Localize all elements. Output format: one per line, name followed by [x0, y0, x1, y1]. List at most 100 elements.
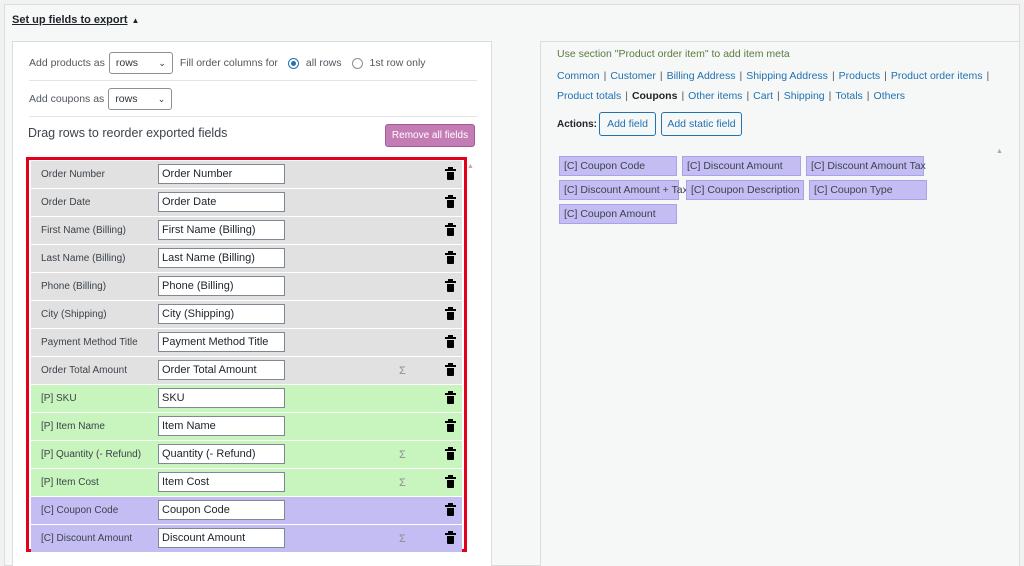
field-category-tabs-row1: Common | Customer | Billing Address | Shipping… — [557, 70, 993, 82]
sum-icon[interactable]: Σ — [399, 365, 406, 377]
tab-product-order-items[interactable]: Product order items — [891, 70, 983, 82]
field-row[interactable]: [P] Item Cost Item Cost Σ — [31, 469, 462, 496]
tab-others[interactable]: Others — [874, 90, 906, 102]
available-field-chip[interactable]: [C] Discount Amount — [682, 156, 801, 176]
trash-icon[interactable] — [445, 279, 456, 292]
trash-lid — [445, 223, 456, 227]
trash-icon[interactable] — [445, 503, 456, 516]
field-row[interactable]: [P] Item Name Item Name — [31, 413, 462, 440]
scroll-up-icon[interactable]: ▲ — [996, 148, 1003, 155]
field-column-name-input[interactable]: Discount Amount — [158, 528, 285, 548]
field-row[interactable]: City (Shipping) City (Shipping) — [31, 301, 462, 328]
fill-all-rows-radio[interactable] — [287, 57, 299, 69]
tab-totals[interactable]: Totals — [835, 90, 862, 102]
trash-icon[interactable] — [445, 419, 456, 432]
available-field-chip[interactable]: [C] Coupon Type — [809, 180, 927, 200]
setup-fields-toggle-label: Set up fields to export — [12, 14, 128, 26]
field-column-name-input[interactable]: City (Shipping) — [158, 304, 285, 324]
tab-shipping[interactable]: Shipping — [784, 90, 825, 102]
tab-coupons[interactable]: Coupons — [632, 90, 678, 102]
field-row-label: City (Shipping) — [41, 309, 107, 320]
available-field-chip[interactable]: [C] Discount Amount + Tax — [559, 180, 688, 200]
trash-can — [447, 368, 454, 376]
sum-icon[interactable]: Σ — [399, 477, 406, 489]
trash-icon[interactable] — [445, 195, 456, 208]
field-column-name-input[interactable]: First Name (Billing) — [158, 220, 285, 240]
field-column-name-input[interactable]: Order Number — [158, 164, 285, 184]
trash-lid — [445, 335, 456, 339]
tab-separator: | — [739, 70, 743, 82]
export-fields-list: Order Number Order Number Order Date Order … — [26, 157, 467, 552]
trash-icon[interactable] — [445, 363, 456, 376]
trash-lid — [445, 195, 456, 199]
field-column-name-input[interactable]: Last Name (Billing) — [158, 248, 285, 268]
available-field-chip[interactable]: [C] Coupon Description — [686, 180, 804, 200]
field-row[interactable]: Phone (Billing) Phone (Billing) — [31, 273, 462, 300]
tab-other-items[interactable]: Other items — [688, 90, 742, 102]
tab-products[interactable]: Products — [839, 70, 880, 82]
add-field-button[interactable]: Add field — [599, 112, 656, 136]
trash-lid — [445, 363, 456, 367]
add-static-field-button[interactable]: Add static field — [661, 112, 742, 136]
field-column-name-input[interactable]: Coupon Code — [158, 500, 285, 520]
setup-fields-toggle[interactable]: Set up fields to export ▲ — [12, 14, 139, 26]
trash-can — [447, 340, 454, 348]
field-row[interactable]: [C] Discount Amount Discount Amount Σ — [31, 525, 462, 552]
add-coupons-select[interactable]: rows ⌄ — [108, 88, 173, 110]
field-row[interactable]: Last Name (Billing) Last Name (Billing) — [31, 245, 462, 272]
field-row[interactable]: Order Date Order Date — [31, 189, 462, 216]
tab-shipping-address[interactable]: Shipping Address — [746, 70, 828, 82]
trash-icon[interactable] — [445, 447, 456, 460]
fill-all-rows-label[interactable]: all rows — [306, 57, 342, 69]
field-column-name-input[interactable]: Order Date — [158, 192, 285, 212]
field-column-name-input[interactable]: Item Name — [158, 416, 285, 436]
add-coupons-select-value: rows — [115, 93, 138, 105]
available-field-chip[interactable]: [C] Coupon Amount — [559, 204, 677, 224]
field-column-name-input[interactable]: Phone (Billing) — [158, 276, 285, 296]
field-row[interactable]: Order Total Amount Order Total Amount Σ — [31, 357, 462, 384]
trash-icon[interactable] — [445, 167, 456, 180]
field-row[interactable]: [P] SKU SKU — [31, 385, 462, 412]
tab-cart[interactable]: Cart — [753, 90, 773, 102]
field-row-label: [P] SKU — [41, 393, 77, 404]
trash-can — [447, 508, 454, 516]
field-column-name-input[interactable]: Item Cost — [158, 472, 285, 492]
field-column-name-input[interactable]: Quantity (- Refund) — [158, 444, 285, 464]
field-column-name-input[interactable]: SKU — [158, 388, 285, 408]
tab-billing-address[interactable]: Billing Address — [667, 70, 736, 82]
trash-icon[interactable] — [445, 335, 456, 348]
scroll-up-icon[interactable]: ▲ — [467, 163, 474, 170]
field-row[interactable]: [C] Coupon Code Coupon Code — [31, 497, 462, 524]
trash-icon[interactable] — [445, 531, 456, 544]
fill-first-row-label[interactable]: 1st row only — [370, 57, 426, 69]
sum-icon[interactable]: Σ — [399, 533, 406, 545]
field-row[interactable]: Order Number Order Number — [31, 161, 462, 188]
trash-lid — [445, 475, 456, 479]
tab-product-totals[interactable]: Product totals — [557, 90, 621, 102]
available-field-chip[interactable]: [C] Coupon Code — [559, 156, 677, 176]
field-row-label: Order Total Amount — [41, 365, 127, 376]
trash-icon[interactable] — [445, 251, 456, 264]
field-row[interactable]: [P] Quantity (- Refund) Quantity (- Refun… — [31, 441, 462, 468]
tab-customer[interactable]: Customer — [610, 70, 656, 82]
field-row-label: [P] Quantity (- Refund) — [41, 449, 142, 460]
fill-first-row-radio[interactable] — [351, 57, 363, 69]
field-column-name-input[interactable]: Order Total Amount — [158, 360, 285, 380]
sum-icon[interactable]: Σ — [399, 449, 406, 461]
trash-can — [447, 228, 454, 236]
available-field-chip[interactable]: [C] Discount Amount Tax — [806, 156, 926, 176]
trash-icon[interactable] — [445, 223, 456, 236]
trash-icon[interactable] — [445, 391, 456, 404]
remove-all-fields-button[interactable]: Remove all fields — [385, 124, 475, 147]
tab-separator: | — [831, 70, 835, 82]
add-products-select[interactable]: rows ⌄ — [108, 52, 173, 74]
trash-icon[interactable] — [445, 307, 456, 320]
collapse-arrow-icon: ▲ — [131, 16, 140, 25]
field-row[interactable]: First Name (Billing) First Name (Billing) — [31, 217, 462, 244]
trash-can — [447, 396, 454, 404]
trash-lid — [445, 307, 456, 311]
field-column-name-input[interactable]: Payment Method Title — [158, 332, 285, 352]
field-row[interactable]: Payment Method Title Payment Method Title — [31, 329, 462, 356]
tab-common[interactable]: Common — [557, 70, 600, 82]
trash-icon[interactable] — [445, 475, 456, 488]
